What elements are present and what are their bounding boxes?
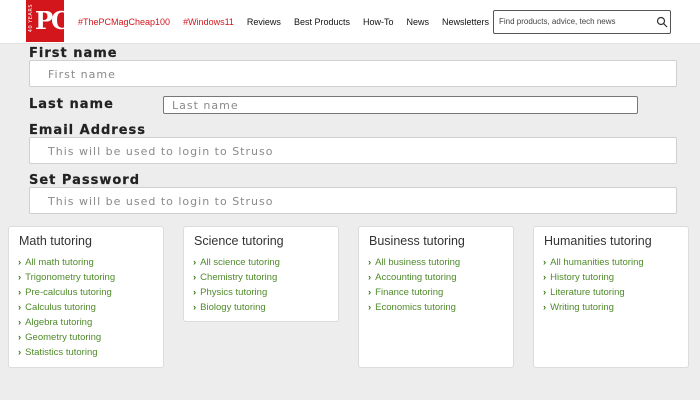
list-item[interactable]: › Calculus tutoring <box>18 300 115 315</box>
list-item[interactable]: › Chemistry tutoring <box>193 270 280 285</box>
chevron-right-icon: › <box>543 257 547 268</box>
email-label: Email Address <box>29 123 147 138</box>
nav-item-windows11[interactable]: #Windows11 <box>183 17 234 27</box>
chevron-right-icon: › <box>18 347 22 358</box>
search-icon[interactable] <box>656 16 668 28</box>
list-item[interactable]: › Finance tutoring <box>368 285 460 300</box>
site-header: 40 YEARS PC #ThePCMagCheap100 #Windows11… <box>0 0 700 44</box>
email-placeholder: This will be used to login to Struso <box>48 145 274 158</box>
nav-item-reviews[interactable]: Reviews <box>247 17 281 27</box>
chevron-right-icon: › <box>18 302 22 313</box>
last-name-placeholder: Last name <box>172 99 239 112</box>
card-title: Business tutoring <box>369 234 465 248</box>
search-input[interactable]: Find products, advice, tech news <box>493 10 671 34</box>
chevron-right-icon: › <box>543 287 547 298</box>
chevron-right-icon: › <box>193 287 197 298</box>
main-nav: #ThePCMagCheap100 #Windows11 Reviews Bes… <box>78 17 502 27</box>
list-item[interactable]: › Geometry tutoring <box>18 330 115 345</box>
password-placeholder: This will be used to login to Struso <box>48 195 274 208</box>
chevron-right-icon: › <box>18 332 22 343</box>
password-label: Set Password <box>29 173 141 188</box>
chevron-right-icon: › <box>193 302 197 313</box>
chevron-right-icon: › <box>193 257 197 268</box>
pcmag-logo[interactable]: 40 YEARS PC <box>26 0 70 42</box>
list-item[interactable]: › Pre-calculus tutoring <box>18 285 115 300</box>
chevron-right-icon: › <box>543 272 547 283</box>
list-item[interactable]: › All humanities tutoring <box>543 255 644 270</box>
first-name-label: First name <box>29 46 118 61</box>
password-field[interactable]: This will be used to login to Struso <box>29 187 677 214</box>
nav-item-newsletters[interactable]: Newsletters <box>442 17 489 27</box>
list-item[interactable]: › Accounting tutoring <box>368 270 460 285</box>
nav-item-cheap100[interactable]: #ThePCMagCheap100 <box>78 17 170 27</box>
last-name-label: Last name <box>29 97 114 112</box>
logo-years-label: 40 YEARS <box>28 4 34 33</box>
list-item[interactable]: › Writing tutoring <box>543 300 644 315</box>
chevron-right-icon: › <box>18 272 22 283</box>
list-item[interactable]: › Economics tutoring <box>368 300 460 315</box>
chevron-right-icon: › <box>18 287 22 298</box>
list-item[interactable]: › History tutoring <box>543 270 644 285</box>
list-item[interactable]: › All science tutoring <box>193 255 280 270</box>
list-item[interactable]: › Trigonometry tutoring <box>18 270 115 285</box>
list-item[interactable]: › Physics tutoring <box>193 285 280 300</box>
list-item[interactable]: › Biology tutoring <box>193 300 280 315</box>
first-name-field[interactable]: First name <box>29 60 677 87</box>
list-item[interactable]: › Algebra tutoring <box>18 315 115 330</box>
link-list: › All business tutoring › Accounting tutor… <box>368 255 460 315</box>
search-placeholder: Find products, advice, tech news <box>499 17 616 26</box>
chevron-right-icon: › <box>368 257 372 268</box>
chevron-right-icon: › <box>368 272 372 283</box>
list-item[interactable]: › Literature tutoring <box>543 285 644 300</box>
list-item[interactable]: › Statistics tutoring <box>18 345 115 360</box>
nav-item-best-products[interactable]: Best Products <box>294 17 350 27</box>
card-science-tutoring: Science tutoring › All science tutoring ›… <box>183 226 339 322</box>
first-name-placeholder: First name <box>48 68 116 81</box>
link-list: › All humanities tutoring › History tutori… <box>543 255 644 315</box>
email-field[interactable]: This will be used to login to Struso <box>29 137 677 164</box>
card-business-tutoring: Business tutoring › All business tutoring… <box>358 226 514 368</box>
chevron-right-icon: › <box>368 287 372 298</box>
card-title: Humanities tutoring <box>544 234 652 248</box>
card-humanities-tutoring: Humanities tutoring › All humanities tuto… <box>533 226 689 368</box>
nav-item-news[interactable]: News <box>406 17 429 27</box>
list-item[interactable]: › All math tutoring <box>18 255 115 270</box>
chevron-right-icon: › <box>18 317 22 328</box>
card-title: Science tutoring <box>194 234 284 248</box>
last-name-field[interactable]: Last name <box>163 96 638 114</box>
card-math-tutoring: Math tutoring › All math tutoring › Trigon… <box>8 226 164 368</box>
chevron-right-icon: › <box>193 272 197 283</box>
card-title: Math tutoring <box>19 234 92 248</box>
chevron-right-icon: › <box>543 302 547 313</box>
list-item[interactable]: › All business tutoring <box>368 255 460 270</box>
logo-text: PC <box>35 6 70 35</box>
chevron-right-icon: › <box>368 302 372 313</box>
nav-item-how-to[interactable]: How-To <box>363 17 394 27</box>
link-list: › All science tutoring › Chemistry tutorin… <box>193 255 280 315</box>
chevron-right-icon: › <box>18 257 22 268</box>
link-list: › All math tutoring › Trigonometry tutorin… <box>18 255 115 360</box>
